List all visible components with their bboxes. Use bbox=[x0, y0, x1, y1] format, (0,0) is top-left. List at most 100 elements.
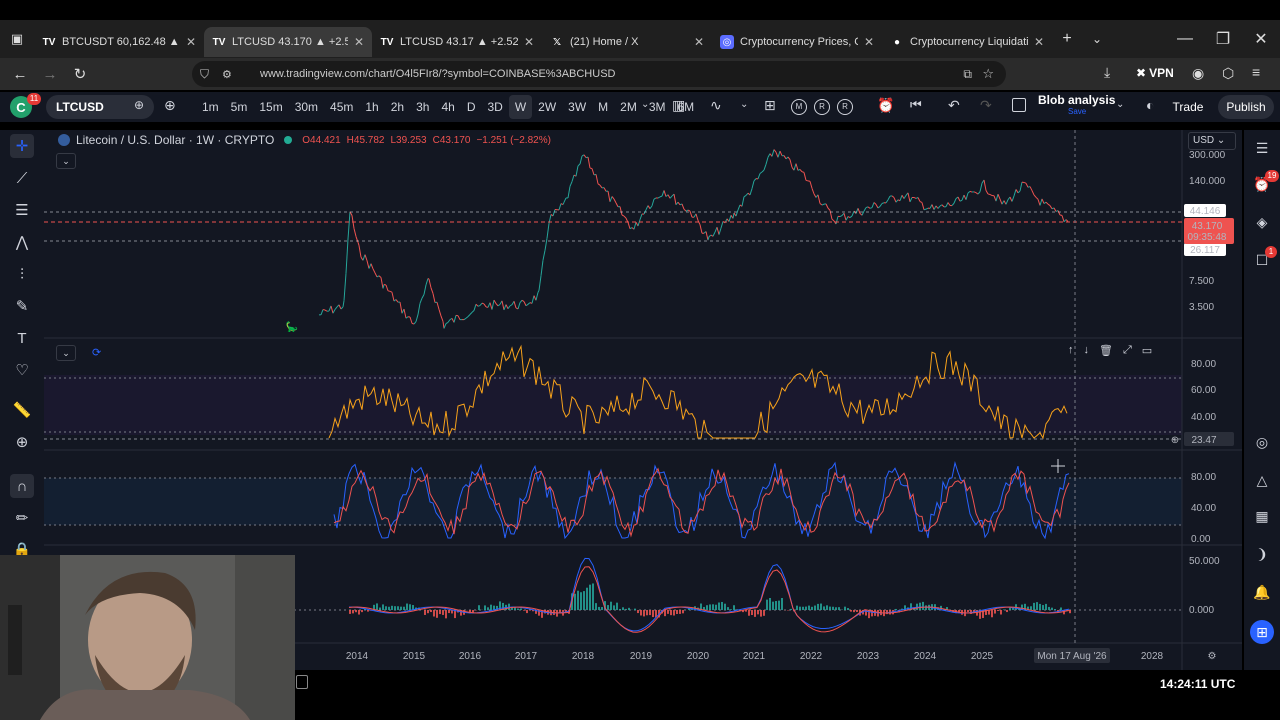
install-app-icon[interactable]: ⧉ bbox=[963, 67, 972, 82]
interval-d[interactable]: D bbox=[461, 95, 482, 119]
bookmark-star-icon[interactable]: ☆ bbox=[982, 66, 994, 82]
close-tab-icon[interactable]: ✕ bbox=[524, 35, 534, 49]
interval-5m[interactable]: 5m bbox=[225, 95, 254, 119]
url-field[interactable]: ⛉ ⚙ www.tradingview.com/chart/O4l5FIr8/?… bbox=[192, 61, 1006, 87]
close-window-icon[interactable]: ✕ bbox=[1242, 29, 1280, 49]
undo-icon[interactable]: ↶ bbox=[948, 97, 960, 114]
tab-menu-icon[interactable]: ▣ bbox=[0, 31, 34, 47]
panel-toggle-icon[interactable] bbox=[296, 675, 308, 689]
browser-tab-6[interactable]: ● Cryptocurrency Liquidation… ✕ bbox=[882, 27, 1052, 57]
close-tab-icon[interactable]: ✕ bbox=[1034, 35, 1044, 49]
close-tab-icon[interactable]: ✕ bbox=[354, 35, 364, 49]
reload-icon[interactable]: ↻ bbox=[65, 65, 95, 83]
forward-icon[interactable]: → bbox=[35, 66, 65, 83]
profile-icon[interactable]: ◉ bbox=[1192, 65, 1204, 82]
maximize-pane-icon[interactable]: ⤢ bbox=[1123, 344, 1132, 357]
redo-icon[interactable]: ↷ bbox=[980, 97, 992, 114]
quick-search-icon[interactable]: ◐ bbox=[1146, 97, 1154, 113]
interval-1m[interactable]: 1m bbox=[196, 95, 225, 119]
trade-button[interactable]: Trade bbox=[1166, 95, 1210, 119]
forecast-icon[interactable]: ⫶ bbox=[10, 262, 34, 286]
interval-3d[interactable]: 3D bbox=[481, 95, 508, 119]
vpn-button[interactable]: ✖ VPN bbox=[1136, 66, 1174, 80]
target-icon[interactable]: ◎ bbox=[1250, 430, 1274, 454]
site-settings-icon[interactable]: ⚙ bbox=[222, 68, 232, 81]
layout-dropdown-icon[interactable]: ⌄ bbox=[1116, 99, 1124, 110]
trend-line-icon[interactable]: ⟋ bbox=[10, 166, 34, 190]
browser-tab-2[interactable]: TV LTCUSD 43.170 ▲ +2.51% Bl… ✕ bbox=[204, 27, 372, 57]
publish-button[interactable]: Publish bbox=[1218, 95, 1274, 119]
back-icon[interactable]: ← bbox=[5, 66, 35, 83]
crosshair-icon[interactable]: ✛ bbox=[10, 134, 34, 158]
compare-symbol-button[interactable]: ⊕ bbox=[164, 97, 176, 114]
delete-pane-icon[interactable]: 🗑 bbox=[1099, 344, 1113, 357]
fib-retracement-icon[interactable]: ☰ bbox=[10, 198, 34, 222]
apps-grid-icon[interactable]: ⊞ bbox=[1250, 620, 1274, 644]
pattern-icon[interactable]: ⋀ bbox=[10, 230, 34, 254]
tab-list-dropdown-icon[interactable]: ⌄ bbox=[1082, 32, 1112, 46]
browser-tab-5[interactable]: ◎ Cryptocurrency Prices, Char… ✕ bbox=[712, 27, 882, 57]
interval-2m[interactable]: 2M bbox=[614, 95, 643, 119]
ruler-icon[interactable]: 📏 bbox=[10, 398, 34, 422]
interval-dropdown-icon[interactable]: ⌄ bbox=[641, 99, 649, 110]
utc-clock[interactable]: 14:24:11 UTC bbox=[1160, 677, 1235, 691]
favorite-icon[interactable]: ♡ bbox=[10, 358, 34, 382]
interval-45m[interactable]: 45m bbox=[324, 95, 359, 119]
alert-icon[interactable]: ⏰ bbox=[877, 97, 894, 114]
legend-collapse-icon[interactable]: ⌄ bbox=[56, 153, 76, 169]
interval-3w[interactable]: 3W bbox=[562, 95, 592, 119]
streams-icon[interactable]: ❩ bbox=[1250, 542, 1274, 566]
move-pane-down-icon[interactable]: ↓ bbox=[1084, 344, 1090, 357]
right-sidebar: ☰ ⏰ 19 ◈ ☐ 1 ◎ △ ▦ ❩ 🔔 ⊞ bbox=[1244, 130, 1280, 670]
symbol-info-icon[interactable]: ⊕ bbox=[134, 98, 144, 112]
interval-15m[interactable]: 15m bbox=[253, 95, 288, 119]
layers-icon[interactable]: ◈ bbox=[1250, 210, 1274, 234]
magnet-icon[interactable]: ∩ bbox=[10, 474, 34, 498]
pine-icon[interactable]: △ bbox=[1250, 468, 1274, 492]
indicators-icon[interactable]: ∿ bbox=[710, 97, 722, 114]
interval-1h[interactable]: 1h bbox=[359, 95, 384, 119]
calendar-icon[interactable]: ▦ bbox=[1250, 504, 1274, 528]
text-tool-icon[interactable]: T bbox=[10, 326, 34, 350]
badge-r[interactable]: R bbox=[814, 99, 830, 115]
move-pane-up-icon[interactable]: ↑ bbox=[1068, 344, 1074, 357]
new-tab-button[interactable]: + bbox=[1052, 30, 1082, 48]
layout-grid-icon[interactable]: ⊞ bbox=[764, 97, 776, 114]
interval-4h[interactable]: 4h bbox=[435, 95, 460, 119]
lock-drawing-icon[interactable]: ✏ bbox=[10, 506, 34, 530]
browser-tab-1[interactable]: TV BTCUSDT 60,162.48 ▲ +0.2… ✕ bbox=[34, 27, 204, 57]
chart-title[interactable]: Litecoin / U.S. Dollar · 1W · CRYPTO bbox=[76, 133, 274, 147]
macd-histogram-bar bbox=[391, 605, 393, 610]
brush-icon[interactable]: ✎ bbox=[10, 294, 34, 318]
site-security-icon[interactable]: ⛉ bbox=[200, 67, 209, 82]
layout-save-icon[interactable] bbox=[1012, 98, 1026, 112]
extensions-icon[interactable]: ⬡ bbox=[1222, 65, 1234, 82]
badge-m[interactable]: M bbox=[791, 99, 807, 115]
interval-30m[interactable]: 30m bbox=[289, 95, 324, 119]
interval-2h[interactable]: 2h bbox=[385, 95, 410, 119]
collapse-pane-icon[interactable]: ▭ bbox=[1142, 344, 1152, 357]
notifications-icon[interactable]: 🔔 bbox=[1250, 580, 1274, 604]
browser-tab-3[interactable]: TV LTCUSD 43.17 ▲ +2.52% Blo… ✕ bbox=[372, 27, 542, 57]
close-tab-icon[interactable]: ✕ bbox=[864, 35, 874, 49]
badge-r2[interactable]: R bbox=[837, 99, 853, 115]
close-tab-icon[interactable]: ✕ bbox=[186, 35, 196, 49]
minimize-window-icon[interactable]: — bbox=[1166, 30, 1204, 48]
currency-selector[interactable]: USD ⌄ bbox=[1188, 132, 1236, 150]
browser-tab-4[interactable]: 𝕏 (21) Home / X ✕ bbox=[542, 27, 712, 57]
replay-icon[interactable]: ⏮ bbox=[910, 97, 922, 113]
watchlist-icon[interactable]: ☰ bbox=[1250, 136, 1274, 160]
close-tab-icon[interactable]: ✕ bbox=[694, 35, 704, 49]
layout-name-button[interactable]: Blob analysis Save bbox=[1038, 94, 1115, 117]
interval-w[interactable]: W bbox=[508, 95, 533, 119]
indicators-dropdown-icon[interactable]: ⌄ bbox=[740, 99, 748, 110]
interval-2w[interactable]: 2W bbox=[532, 95, 562, 119]
interval-3h[interactable]: 3h bbox=[410, 95, 435, 119]
downloads-icon[interactable]: ⤓ bbox=[1104, 64, 1110, 81]
chart-type-icon[interactable]: ▥ bbox=[672, 97, 685, 114]
restore-window-icon[interactable]: ❐ bbox=[1204, 29, 1242, 49]
interval-m[interactable]: M bbox=[592, 95, 614, 119]
zoom-icon[interactable]: ⊕ bbox=[10, 430, 34, 454]
legend-collapse-icon-pane2[interactable]: ⌄ bbox=[56, 345, 76, 361]
browser-menu-icon[interactable]: ≡ bbox=[1252, 64, 1260, 80]
